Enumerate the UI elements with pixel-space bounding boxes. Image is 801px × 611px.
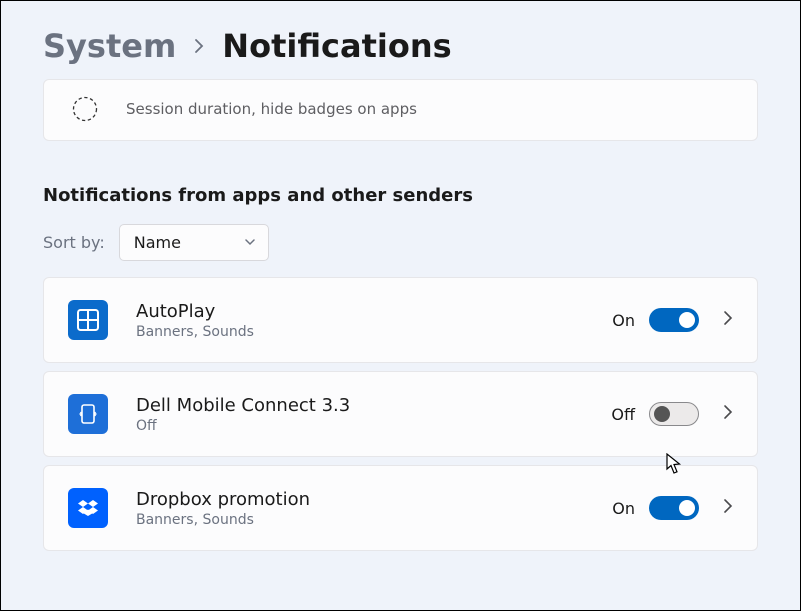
- section-heading: Notifications from apps and other sender…: [43, 185, 758, 206]
- moon-icon: [70, 94, 100, 124]
- chevron-right-icon: [723, 310, 733, 330]
- dropbox-icon: [68, 488, 108, 528]
- app-subtitle: Banners, Sounds: [136, 512, 612, 528]
- breadcrumb-parent[interactable]: System: [43, 27, 176, 65]
- sort-select[interactable]: Name: [119, 224, 269, 261]
- focus-assist-row[interactable]: Session duration, hide badges on apps: [43, 79, 758, 141]
- app-row-autoplay[interactable]: AutoPlay Banners, Sounds On: [43, 277, 758, 363]
- toggle-state-label: Off: [611, 405, 635, 424]
- app-name: Dropbox promotion: [136, 489, 612, 510]
- chevron-down-icon: [244, 233, 256, 252]
- sort-label: Sort by:: [43, 233, 105, 252]
- app-name: AutoPlay: [136, 301, 612, 322]
- focus-assist-description: Session duration, hide badges on apps: [126, 100, 417, 118]
- page-title: Notifications: [222, 27, 451, 65]
- app-subtitle: Off: [136, 418, 611, 434]
- app-subtitle: Banners, Sounds: [136, 324, 612, 340]
- sort-value: Name: [134, 233, 181, 252]
- dell-mobile-connect-icon: [68, 394, 108, 434]
- toggle-autoplay[interactable]: [649, 308, 699, 332]
- toggle-state-label: On: [612, 311, 635, 330]
- toggle-state-label: On: [612, 499, 635, 518]
- app-row-dropbox-promotion[interactable]: Dropbox promotion Banners, Sounds On: [43, 465, 758, 551]
- chevron-right-icon: [194, 38, 204, 59]
- toggle-dropbox-promotion[interactable]: [649, 496, 699, 520]
- chevron-right-icon: [723, 498, 733, 518]
- chevron-right-icon: [723, 404, 733, 424]
- app-row-dell-mobile-connect[interactable]: Dell Mobile Connect 3.3 Off Off: [43, 371, 758, 457]
- app-name: Dell Mobile Connect 3.3: [136, 395, 611, 416]
- autoplay-icon: [68, 300, 108, 340]
- toggle-dell-mobile-connect[interactable]: [649, 402, 699, 426]
- sort-row: Sort by: Name: [43, 224, 758, 261]
- breadcrumb: System Notifications: [43, 27, 758, 65]
